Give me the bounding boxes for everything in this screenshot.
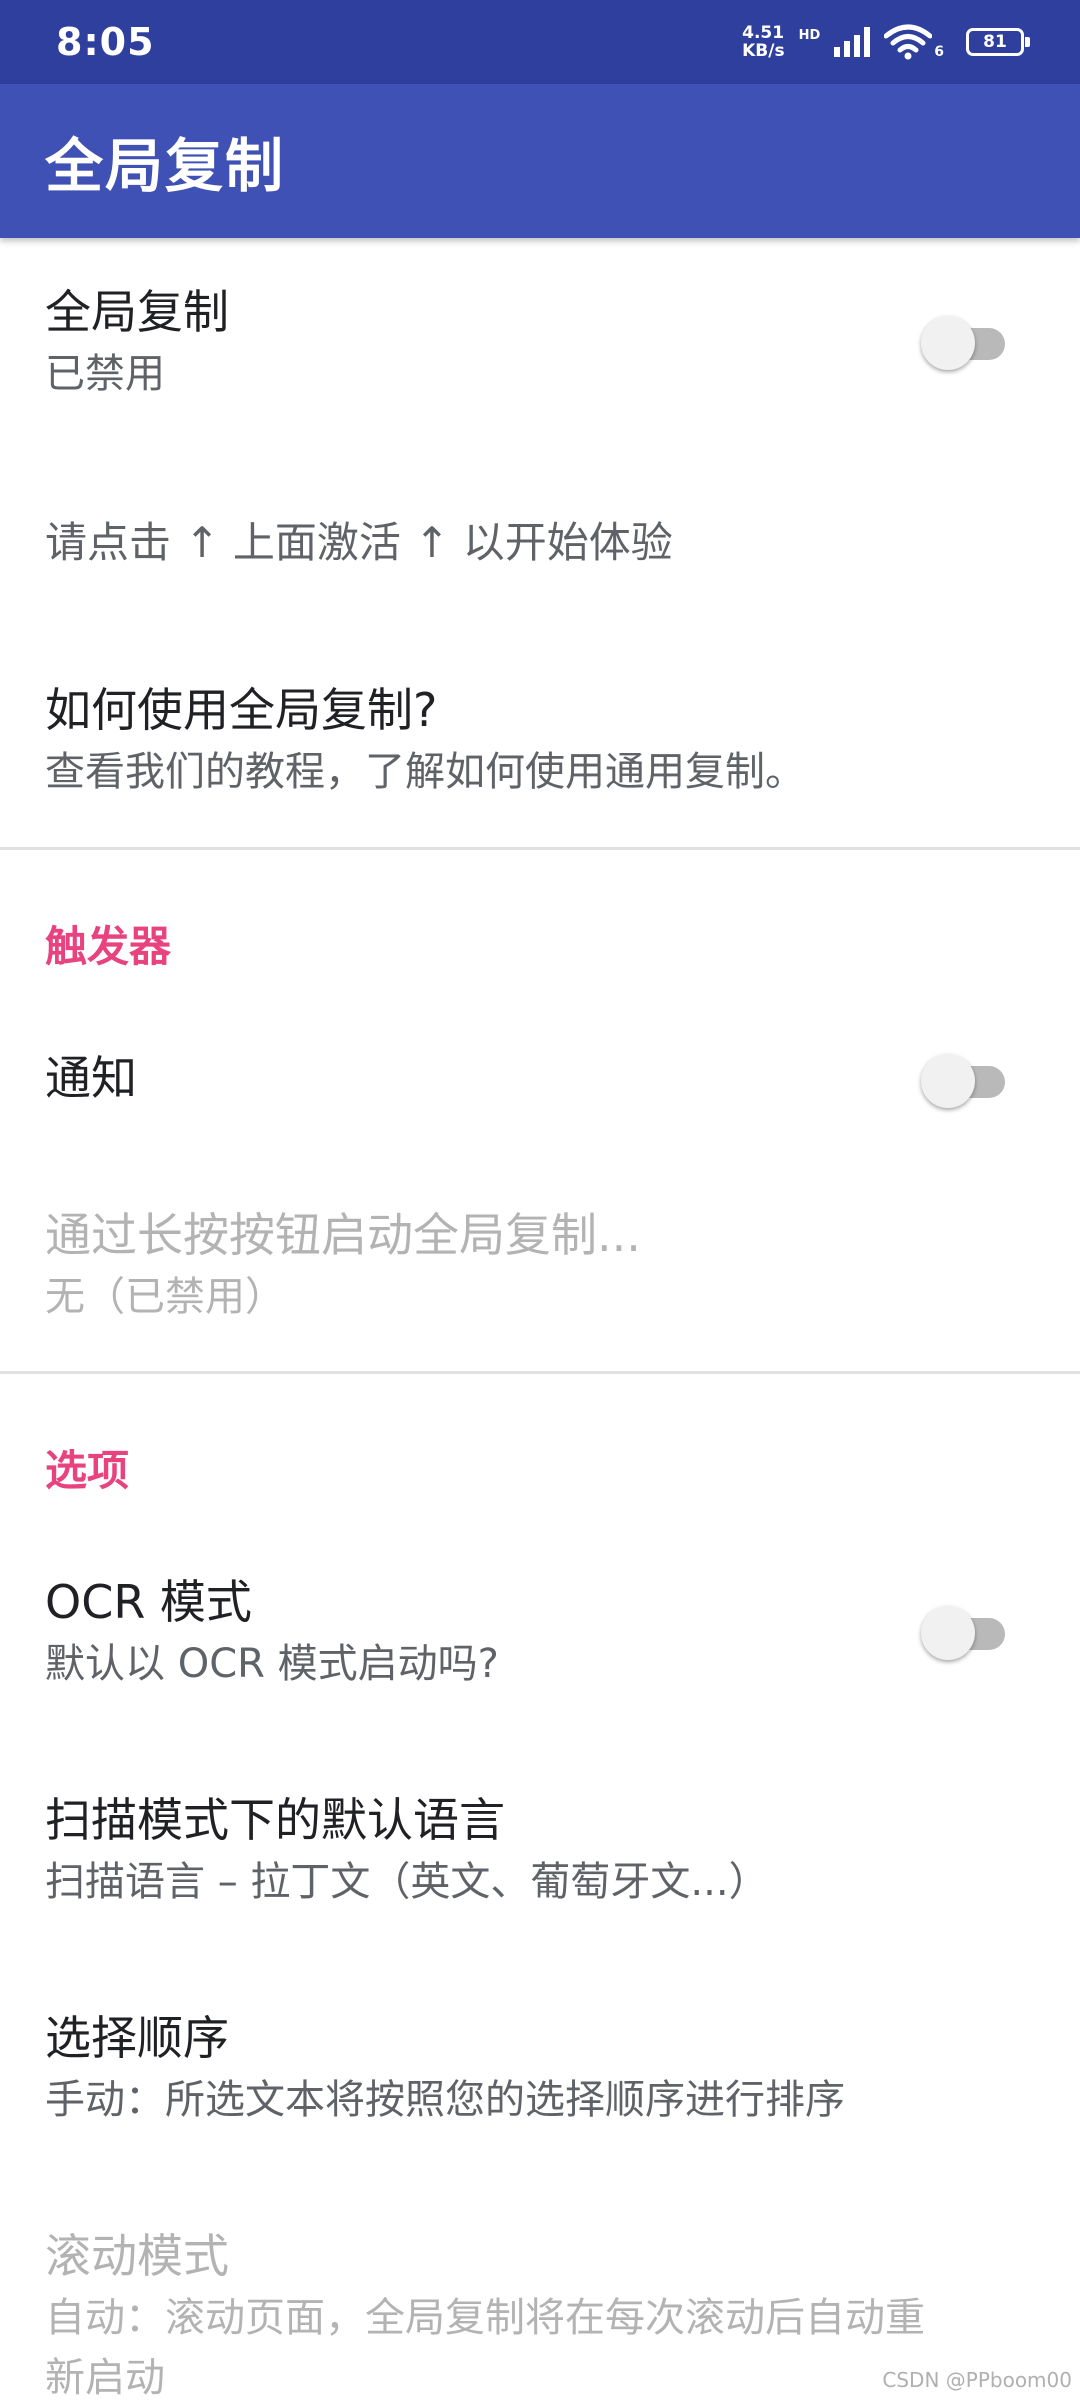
hd-indicator: HD (798, 28, 821, 43)
selection-order-value: 手动：所选文本将按照您的选择顺序进行排序 (45, 2077, 845, 2123)
notification-title: 通知 (45, 1051, 137, 1105)
switch-thumb (921, 316, 975, 370)
battery-icon: 81 (966, 28, 1030, 56)
ocr-mode-subtitle: 默认以 OCR 模式启动吗? (45, 1641, 499, 1687)
activation-hint-row: 请点击 ↑ 上面激活 ↑ 以开始体验 (0, 513, 1080, 573)
options-header-row: 选项 (0, 1441, 1080, 1501)
watermark: CSDN @PPboom00 (882, 2368, 1072, 2392)
default-language-row[interactable]: 扫描模式下的默认语言 扫描语言 – 拉丁文（英文、葡萄牙文...） (0, 1788, 1080, 1912)
how-to-subtitle: 查看我们的教程，了解如何使用通用复制。 (45, 749, 805, 795)
default-language-value: 扫描语言 – 拉丁文（英文、葡萄牙文...） (45, 1859, 769, 1905)
scroll-mode-value-line1: 自动：滚动页面，全局复制将在每次滚动后自动重 (45, 2295, 925, 2341)
section-header-options: 选项 (45, 1446, 130, 1495)
how-to-row[interactable]: 如何使用全局复制? 查看我们的教程，了解如何使用通用复制。 (0, 678, 1080, 802)
divider (0, 847, 1080, 850)
selection-order-title: 选择顺序 (45, 2011, 229, 2065)
scroll-mode-title: 滚动模式 (45, 2229, 229, 2283)
global-copy-title: 全局复制 (45, 285, 229, 339)
wifi-icon (884, 24, 933, 60)
notification-switch[interactable] (921, 1050, 1005, 1108)
global-copy-status: 已禁用 (45, 351, 165, 397)
long-press-status: 无（已禁用） (45, 1274, 285, 1320)
status-icons: 4.51 KB/s HD 6 81 (742, 24, 1030, 60)
battery-level: 81 (983, 32, 1007, 52)
ocr-mode-title: OCR 模式 (45, 1575, 252, 1629)
network-speed-value: 4.51 (742, 23, 785, 43)
how-to-title: 如何使用全局复制? (45, 683, 438, 737)
app-bar: 全局复制 (0, 84, 1080, 238)
cell-signal-icon (834, 27, 871, 57)
page-title: 全局复制 (45, 132, 286, 200)
long-press-title: 通过长按按钮启动全局复制... (45, 1208, 641, 1262)
activation-hint: 请点击 ↑ 上面激活 ↑ 以开始体验 (45, 518, 673, 567)
status-time: 8:05 (56, 20, 155, 64)
selection-order-row[interactable]: 选择顺序 手动：所选文本将按照您的选择顺序进行排序 (0, 2006, 1080, 2130)
ocr-mode-row[interactable]: OCR 模式 默认以 OCR 模式启动吗? (0, 1570, 1080, 1694)
global-copy-row[interactable]: 全局复制 已禁用 (0, 280, 1080, 404)
global-copy-switch[interactable] (921, 312, 1005, 370)
default-language-title: 扫描模式下的默认语言 (45, 1793, 505, 1847)
divider (0, 1371, 1080, 1374)
long-press-row: 通过长按按钮启动全局复制... 无（已禁用） (0, 1203, 1080, 1327)
triggers-header-row: 触发器 (0, 917, 1080, 977)
wifi-generation: 6 (934, 44, 944, 60)
network-speed: 4.51 KB/s (742, 24, 784, 60)
section-header-triggers: 触发器 (45, 922, 172, 971)
switch-thumb (921, 1606, 975, 1660)
switch-thumb (921, 1054, 975, 1108)
status-bar: 8:05 4.51 KB/s HD 6 81 (0, 0, 1080, 84)
notification-row[interactable]: 通知 (0, 1046, 1080, 1110)
ocr-mode-switch[interactable] (921, 1602, 1005, 1660)
network-speed-unit: KB/s (742, 41, 785, 61)
